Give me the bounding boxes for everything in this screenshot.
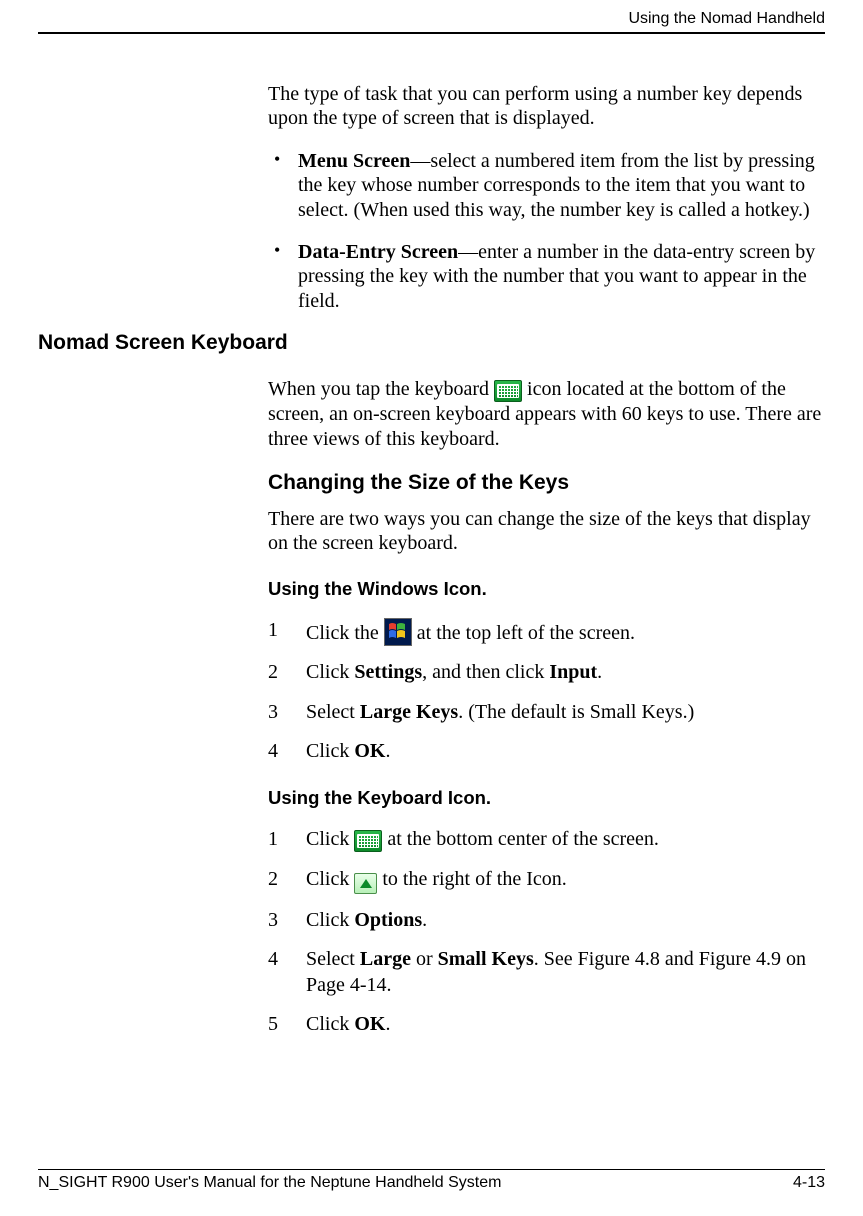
footer-title: N_SIGHT R900 User's Manual for the Neptu… xyxy=(38,1174,501,1192)
ui-label: Options xyxy=(354,909,422,931)
footer-rule xyxy=(38,1169,825,1170)
text-segment: Click xyxy=(306,868,354,890)
text-segment: . xyxy=(597,661,602,683)
text-segment: Click xyxy=(306,909,354,931)
bullet-label: Menu Screen xyxy=(298,150,410,172)
running-header: Using the Nomad Handheld xyxy=(38,10,825,32)
steps-windows-icon: Click the at the top left of the screen.… xyxy=(268,618,825,765)
text-segment: Click xyxy=(306,828,354,850)
nomad-paragraph: When you tap the keyboard icon located a… xyxy=(268,377,825,451)
page-number: 4-13 xyxy=(793,1174,825,1192)
step: Click to the right of the Icon. xyxy=(268,867,825,894)
ui-label: Large Keys xyxy=(360,701,458,723)
heading-changing-size: Changing the Size of the Keys xyxy=(268,471,825,495)
ui-label: Small Keys xyxy=(438,948,534,970)
ui-label: Settings xyxy=(354,661,422,683)
windows-icon xyxy=(384,618,412,646)
page: Using the Nomad Handheld The type of tas… xyxy=(0,0,863,1216)
step: Select Large or Small Keys. See Figure 4… xyxy=(268,947,825,998)
ui-label: Large xyxy=(360,948,411,970)
body: The type of task that you can perform us… xyxy=(38,82,825,1038)
heading-using-windows-icon: Using the Windows Icon. xyxy=(268,578,825,600)
text-segment: Click xyxy=(306,740,354,762)
up-arrow-icon xyxy=(354,873,377,894)
heading-nomad-screen-keyboard: Nomad Screen Keyboard xyxy=(38,331,825,355)
screen-type-list: Menu Screen—select a numbered item from … xyxy=(268,149,825,313)
header-rule xyxy=(38,32,825,34)
text-segment: or xyxy=(411,948,438,970)
step: Select Large Keys. (The default is Small… xyxy=(268,700,825,726)
steps-keyboard-icon: Click at the bottom center of the screen… xyxy=(268,827,825,1038)
ui-label: Input xyxy=(549,661,597,683)
text-segment: Click xyxy=(306,1013,354,1035)
text-segment: . xyxy=(385,740,390,762)
heading-using-keyboard-icon: Using the Keyboard Icon. xyxy=(268,787,825,809)
page-footer: N_SIGHT R900 User's Manual for the Neptu… xyxy=(38,1169,825,1192)
bullet-data-entry-screen: Data-Entry Screen—enter a number in the … xyxy=(268,240,825,313)
text-segment: Select xyxy=(306,948,360,970)
ui-label: OK xyxy=(354,740,385,762)
step: Click Settings, and then click Input. xyxy=(268,660,825,686)
text-segment: at the bottom center of the screen. xyxy=(382,828,659,850)
ui-label: OK xyxy=(354,1013,385,1035)
keyboard-icon xyxy=(354,830,382,852)
changing-paragraph: There are two ways you can change the si… xyxy=(268,507,825,556)
bullet-menu-screen: Menu Screen—select a numbered item from … xyxy=(268,149,825,222)
step: Click the at the top left of the screen. xyxy=(268,618,825,647)
text-segment: Click the xyxy=(306,622,384,644)
intro-paragraph: The type of task that you can perform us… xyxy=(268,82,825,131)
step: Click OK. xyxy=(268,1012,825,1038)
text-segment: . (The default is Small Keys.) xyxy=(458,701,694,723)
text-segment: When you tap the keyboard xyxy=(268,378,494,400)
text-segment: . xyxy=(422,909,427,931)
text-segment: to the right of the Icon. xyxy=(377,868,566,890)
bullet-label: Data-Entry Screen xyxy=(298,241,458,263)
text-segment: Select xyxy=(306,701,360,723)
text-segment: , and then click xyxy=(422,661,549,683)
step: Click Options. xyxy=(268,908,825,934)
step: Click at the bottom center of the screen… xyxy=(268,827,825,853)
text-segment: Click xyxy=(306,661,354,683)
step: Click OK. xyxy=(268,739,825,765)
text-segment: . xyxy=(385,1013,390,1035)
text-segment: at the top left of the screen. xyxy=(412,622,635,644)
keyboard-icon xyxy=(494,380,522,402)
